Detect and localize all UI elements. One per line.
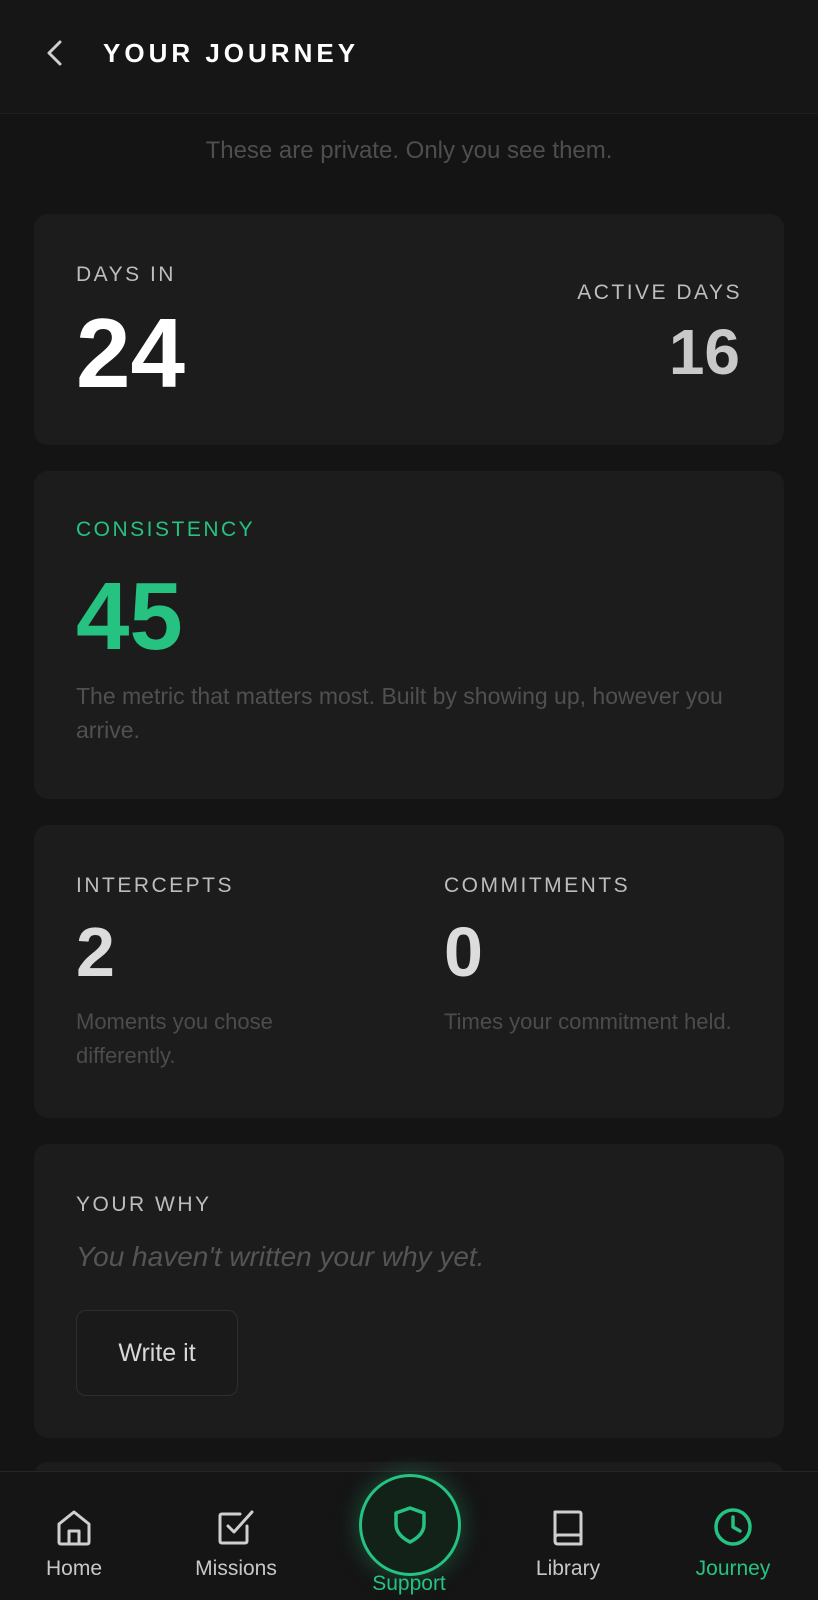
nav-home-label: Home [45,1557,103,1580]
top-bar: YOUR JOURNEY [0,0,818,114]
intercepts-value: 2 [76,913,115,991]
chevron-left-icon [47,40,62,66]
back-button[interactable] [38,36,72,70]
book-icon [553,1510,583,1546]
nav-journey-label: Journey [695,1557,771,1580]
consistency-label: CONSISTENCY [76,518,256,541]
support-label: Support [372,1572,446,1595]
write-why-button[interactable]: Write it [76,1310,238,1396]
commitments-caption: Times your commitment held. [444,1009,732,1034]
stats-card: INTERCEPTS 2 Moments you chose different… [34,825,784,1118]
nav-missions-label: Missions [195,1557,277,1580]
days-in-label: DAYS IN [76,263,176,286]
consistency-value: 45 [76,563,183,670]
shield-icon [394,1506,426,1544]
privacy-note: These are private. Only you see them. [205,137,613,164]
consistency-card: CONSISTENCY 45 The metric that matters m… [34,471,784,799]
active-days-label: ACTIVE DAYS [577,281,742,304]
nav-library[interactable]: Library [498,1504,638,1582]
days-card: DAYS IN 24 ACTIVE DAYS 16 [34,214,784,445]
page-title: YOUR JOURNEY [103,38,360,68]
support-button[interactable] [359,1474,461,1576]
nav-journey[interactable]: Journey [663,1504,803,1582]
nav-missions[interactable]: Missions [166,1504,306,1582]
commitments-label: COMMITMENTS [444,874,631,897]
days-in-value: 24 [76,298,186,408]
clock-icon [714,1508,752,1546]
nav-library-label: Library [535,1557,601,1580]
intercepts-caption: Moments you chose differently. [76,1009,273,1068]
consistency-description: The metric that matters most. Built by s… [76,683,723,743]
why-placeholder: You haven't written your why yet. [76,1241,485,1272]
intercepts-label: INTERCEPTS [76,874,235,897]
checkbox-icon [218,1510,254,1545]
active-days-value: 16 [668,316,740,388]
nav-home[interactable]: Home [4,1504,144,1582]
why-card: YOUR WHY You haven't written your why ye… [34,1144,784,1438]
why-label: YOUR WHY [76,1193,212,1216]
commitments-value: 0 [444,913,483,991]
home-icon [57,1510,91,1546]
